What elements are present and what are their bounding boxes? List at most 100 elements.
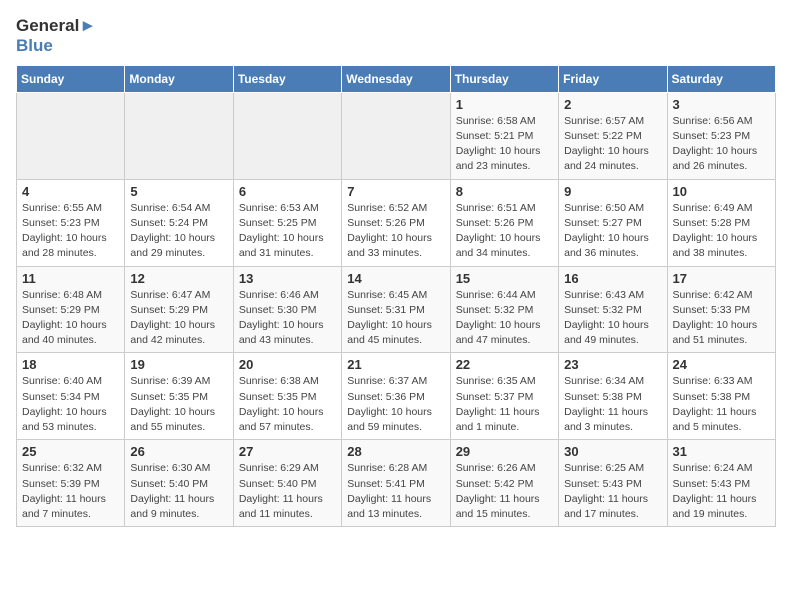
day-info: Sunrise: 6:45 AM Sunset: 5:31 PM Dayligh… (347, 288, 444, 349)
calendar-cell: 20Sunrise: 6:38 AM Sunset: 5:35 PM Dayli… (233, 353, 341, 440)
weekday-header-monday: Monday (125, 65, 233, 92)
day-number: 1 (456, 97, 553, 112)
day-info: Sunrise: 6:50 AM Sunset: 5:27 PM Dayligh… (564, 201, 661, 262)
calendar-cell: 21 Sunrise: 6:37 AM Sunset: 5:36 PM Dayli… (342, 353, 450, 440)
page-header: General► Blue (16, 16, 776, 57)
calendar-cell: 2 Sunrise: 6:57 AM Sunset: 5:22 PM Daylig… (559, 92, 667, 179)
day-number: 9 (564, 184, 661, 199)
calendar-cell: 5 Sunrise: 6:54 AM Sunset: 5:24 PM Daylig… (125, 179, 233, 266)
day-number: 23 (564, 357, 661, 372)
calendar-cell: 30 Sunrise: 6:25 AM Sunset: 5:43 PM Dayli… (559, 440, 667, 527)
day-info: Sunrise: 6:46 AM Sunset: 5:30 PM Dayligh… (239, 288, 336, 349)
day-number: 8 (456, 184, 553, 199)
day-info: Sunrise: 6:25 AM Sunset: 5:43 PM Dayligh… (564, 461, 661, 522)
calendar-cell: 16 Sunrise: 6:43 AM Sunset: 5:32 PM Dayli… (559, 266, 667, 353)
day-info: Sunrise: 6:34 AM Sunset: 5:38 PM Dayligh… (564, 374, 661, 435)
calendar-week-row: 25Sunrise: 6:32 AM Sunset: 5:39 PM Dayli… (17, 440, 776, 527)
day-info: Sunrise: 6:24 AM Sunset: 5:43 PM Dayligh… (673, 461, 770, 522)
calendar-cell: 25Sunrise: 6:32 AM Sunset: 5:39 PM Dayli… (17, 440, 125, 527)
calendar-cell: 23 Sunrise: 6:34 AM Sunset: 5:38 PM Dayli… (559, 353, 667, 440)
day-number: 27 (239, 444, 336, 459)
day-info: Sunrise: 6:54 AM Sunset: 5:24 PM Dayligh… (130, 201, 227, 262)
day-info: Sunrise: 6:49 AM Sunset: 5:28 PM Dayligh… (673, 201, 770, 262)
day-number: 7 (347, 184, 444, 199)
logo: General► Blue (16, 16, 96, 57)
calendar-week-row: 18Sunrise: 6:40 AM Sunset: 5:34 PM Dayli… (17, 353, 776, 440)
day-info: Sunrise: 6:43 AM Sunset: 5:32 PM Dayligh… (564, 288, 661, 349)
logo-text-block: General► Blue (16, 16, 96, 57)
day-number: 18 (22, 357, 119, 372)
calendar-cell: 14 Sunrise: 6:45 AM Sunset: 5:31 PM Dayli… (342, 266, 450, 353)
day-number: 3 (673, 97, 770, 112)
calendar-cell: 26Sunrise: 6:30 AM Sunset: 5:40 PM Dayli… (125, 440, 233, 527)
day-info: Sunrise: 6:33 AM Sunset: 5:38 PM Dayligh… (673, 374, 770, 435)
day-info: Sunrise: 6:57 AM Sunset: 5:22 PM Dayligh… (564, 114, 661, 175)
calendar-cell: 12Sunrise: 6:47 AM Sunset: 5:29 PM Dayli… (125, 266, 233, 353)
day-info: Sunrise: 6:29 AM Sunset: 5:40 PM Dayligh… (239, 461, 336, 522)
weekday-header-thursday: Thursday (450, 65, 558, 92)
day-number: 28 (347, 444, 444, 459)
calendar-cell: 1 Sunrise: 6:58 AM Sunset: 5:21 PM Daylig… (450, 92, 558, 179)
calendar-cell (342, 92, 450, 179)
day-number: 10 (673, 184, 770, 199)
weekday-header-row: SundayMondayTuesdayWednesdayThursdayFrid… (17, 65, 776, 92)
day-number: 26 (130, 444, 227, 459)
calendar-table: SundayMondayTuesdayWednesdayThursdayFrid… (16, 65, 776, 527)
day-info: Sunrise: 6:52 AM Sunset: 5:26 PM Dayligh… (347, 201, 444, 262)
calendar-cell (125, 92, 233, 179)
day-info: Sunrise: 6:39 AM Sunset: 5:35 PM Dayligh… (130, 374, 227, 435)
day-info: Sunrise: 6:35 AM Sunset: 5:37 PM Dayligh… (456, 374, 553, 435)
day-number: 2 (564, 97, 661, 112)
weekday-header-saturday: Saturday (667, 65, 775, 92)
day-number: 21 (347, 357, 444, 372)
weekday-header-friday: Friday (559, 65, 667, 92)
day-number: 6 (239, 184, 336, 199)
day-info: Sunrise: 6:48 AM Sunset: 5:29 PM Dayligh… (22, 288, 119, 349)
calendar-cell: 17 Sunrise: 6:42 AM Sunset: 5:33 PM Dayli… (667, 266, 775, 353)
calendar-cell: 13Sunrise: 6:46 AM Sunset: 5:30 PM Dayli… (233, 266, 341, 353)
day-number: 11 (22, 271, 119, 286)
calendar-cell: 24 Sunrise: 6:33 AM Sunset: 5:38 PM Dayli… (667, 353, 775, 440)
day-info: Sunrise: 6:55 AM Sunset: 5:23 PM Dayligh… (22, 201, 119, 262)
day-number: 30 (564, 444, 661, 459)
logo-blue: Blue (16, 36, 96, 56)
day-info: Sunrise: 6:42 AM Sunset: 5:33 PM Dayligh… (673, 288, 770, 349)
calendar-cell: 6 Sunrise: 6:53 AM Sunset: 5:25 PM Daylig… (233, 179, 341, 266)
calendar-week-row: 11 Sunrise: 6:48 AM Sunset: 5:29 PM Dayli… (17, 266, 776, 353)
day-number: 25 (22, 444, 119, 459)
day-number: 14 (347, 271, 444, 286)
day-number: 5 (130, 184, 227, 199)
calendar-cell: 31Sunrise: 6:24 AM Sunset: 5:43 PM Dayli… (667, 440, 775, 527)
day-number: 4 (22, 184, 119, 199)
calendar-cell: 7 Sunrise: 6:52 AM Sunset: 5:26 PM Daylig… (342, 179, 450, 266)
day-number: 12 (130, 271, 227, 286)
calendar-cell: 4 Sunrise: 6:55 AM Sunset: 5:23 PM Daylig… (17, 179, 125, 266)
weekday-header-tuesday: Tuesday (233, 65, 341, 92)
day-number: 29 (456, 444, 553, 459)
day-info: Sunrise: 6:58 AM Sunset: 5:21 PM Dayligh… (456, 114, 553, 175)
calendar-cell: 10 Sunrise: 6:49 AM Sunset: 5:28 PM Dayli… (667, 179, 775, 266)
weekday-header-wednesday: Wednesday (342, 65, 450, 92)
day-number: 17 (673, 271, 770, 286)
calendar-cell: 29 Sunrise: 6:26 AM Sunset: 5:42 PM Dayli… (450, 440, 558, 527)
day-info: Sunrise: 6:56 AM Sunset: 5:23 PM Dayligh… (673, 114, 770, 175)
calendar-cell: 11 Sunrise: 6:48 AM Sunset: 5:29 PM Dayli… (17, 266, 125, 353)
day-info: Sunrise: 6:51 AM Sunset: 5:26 PM Dayligh… (456, 201, 553, 262)
day-info: Sunrise: 6:38 AM Sunset: 5:35 PM Dayligh… (239, 374, 336, 435)
day-number: 24 (673, 357, 770, 372)
calendar-cell: 8 Sunrise: 6:51 AM Sunset: 5:26 PM Daylig… (450, 179, 558, 266)
calendar-cell: 19 Sunrise: 6:39 AM Sunset: 5:35 PM Dayli… (125, 353, 233, 440)
calendar-cell: 9 Sunrise: 6:50 AM Sunset: 5:27 PM Daylig… (559, 179, 667, 266)
calendar-cell (17, 92, 125, 179)
day-info: Sunrise: 6:26 AM Sunset: 5:42 PM Dayligh… (456, 461, 553, 522)
day-info: Sunrise: 6:37 AM Sunset: 5:36 PM Dayligh… (347, 374, 444, 435)
weekday-header-sunday: Sunday (17, 65, 125, 92)
day-info: Sunrise: 6:53 AM Sunset: 5:25 PM Dayligh… (239, 201, 336, 262)
calendar-cell (233, 92, 341, 179)
calendar-week-row: 4 Sunrise: 6:55 AM Sunset: 5:23 PM Daylig… (17, 179, 776, 266)
calendar-cell: 28Sunrise: 6:28 AM Sunset: 5:41 PM Dayli… (342, 440, 450, 527)
logo-general: General► (16, 16, 96, 36)
day-number: 16 (564, 271, 661, 286)
day-number: 19 (130, 357, 227, 372)
calendar-cell: 27 Sunrise: 6:29 AM Sunset: 5:40 PM Dayli… (233, 440, 341, 527)
